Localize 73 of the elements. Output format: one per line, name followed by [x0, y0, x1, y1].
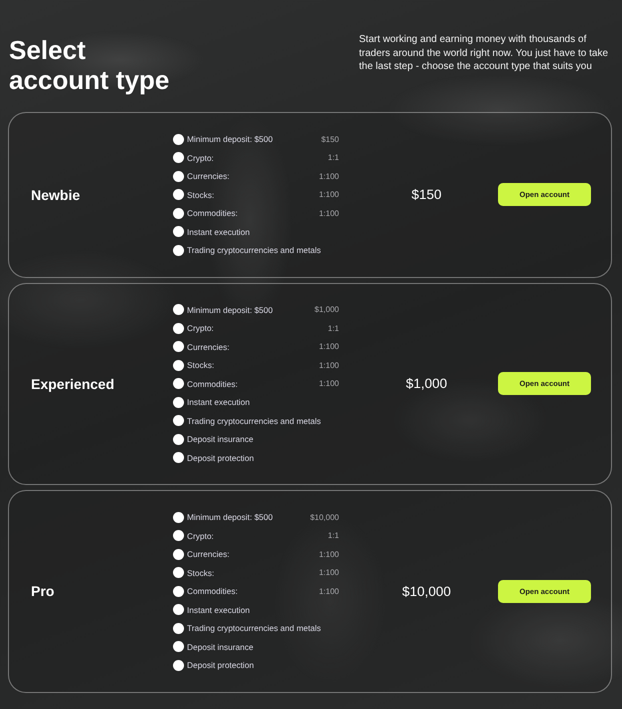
feature-label: Trading cryptocurrencies and metals — [187, 245, 321, 256]
feature-label: Deposit protection — [187, 660, 254, 670]
bullet-icon — [173, 452, 184, 464]
feature-value: 1:1 — [328, 531, 339, 540]
feature-label: Crypto: — [187, 530, 214, 541]
bullet-icon — [173, 322, 184, 334]
bullet-icon — [173, 530, 184, 542]
bullet-icon — [173, 604, 184, 616]
feature-label: Commodities: — [187, 378, 238, 389]
feature-label: Minimum deposit: $500 — [187, 134, 273, 144]
feature-label: Instant execution — [187, 604, 250, 615]
feature-value: 1:100 — [318, 550, 339, 559]
feature-label: Currencies: — [187, 171, 230, 182]
bullet-icon — [173, 360, 184, 371]
feature-label: Minimum deposit: $500 — [187, 304, 273, 315]
feature-value: 1:1 — [328, 153, 339, 162]
feature-value: $1,000 — [314, 305, 339, 314]
bullet-icon — [173, 304, 184, 316]
feature-label: Currencies: — [187, 342, 230, 352]
feature-label: Commodities: — [187, 586, 238, 596]
plan-price: $1,000 — [406, 376, 448, 392]
plan-price: $150 — [411, 187, 442, 202]
bullet-icon — [173, 226, 184, 238]
bullet-icon — [173, 641, 184, 652]
bullet-icon — [173, 548, 184, 560]
feature-value: 1:100 — [318, 208, 339, 218]
feature-label: Trading cryptocurrencies and metals — [187, 416, 321, 426]
plan-name: Pro — [31, 583, 54, 600]
feature-label: Stocks: — [187, 568, 214, 578]
feature-value: 1:1 — [328, 324, 339, 333]
plan-price: $10,000 — [402, 584, 451, 599]
feature-value: 1:100 — [318, 379, 339, 388]
feature-label: Crypto: — [187, 323, 214, 334]
feature-label: Instant execution — [187, 226, 250, 237]
feature-label: Deposit insurance — [187, 434, 254, 444]
feature-label: Deposit insurance — [187, 642, 254, 652]
plan-name: Newbie — [31, 186, 80, 203]
bullet-icon — [173, 415, 184, 426]
feature-value: 1:100 — [318, 568, 339, 578]
intro-text: Start working and earning money with thousands of traders around the world right now. You just have to take the last step - choose the account type that suits you — [359, 33, 610, 74]
bullet-icon — [173, 512, 184, 523]
feature-label: Instant execution — [187, 397, 250, 408]
bullet-icon — [173, 396, 184, 408]
bullet-icon — [173, 622, 184, 634]
bullet-icon — [173, 586, 184, 597]
feature-value: 1:100 — [318, 172, 339, 181]
feature-label: Currencies: — [187, 549, 230, 560]
feature-value: $10,000 — [310, 512, 339, 522]
feature-label: Crypto: — [187, 152, 214, 163]
bullet-icon — [173, 434, 184, 445]
feature-value: 1:100 — [318, 342, 339, 352]
bullet-icon — [173, 660, 184, 671]
feature-label: Stocks: — [187, 360, 214, 370]
plan-name: Experienced — [31, 376, 114, 392]
bullet-icon — [173, 152, 184, 164]
feature-value: 1:100 — [318, 360, 339, 370]
feature-label: Deposit protection — [187, 452, 254, 463]
feature-label: Minimum deposit: $500 — [187, 512, 273, 522]
bullet-icon — [173, 134, 184, 145]
feature-label: Commodities: — [187, 208, 238, 218]
feature-value: $150 — [321, 134, 339, 144]
bullet-icon — [173, 170, 184, 182]
page-title: Select account type — [9, 35, 170, 95]
bullet-icon — [173, 189, 184, 200]
feature-value: 1:100 — [318, 586, 339, 596]
feature-label: Stocks: — [187, 190, 214, 200]
bullet-icon — [173, 341, 184, 352]
bullet-icon — [173, 208, 184, 219]
feature-value: 1:100 — [318, 190, 339, 200]
feature-label: Trading cryptocurrencies and metals — [187, 623, 321, 634]
bullet-icon — [173, 567, 184, 578]
bullet-icon — [173, 244, 184, 256]
bullet-icon — [173, 378, 184, 390]
